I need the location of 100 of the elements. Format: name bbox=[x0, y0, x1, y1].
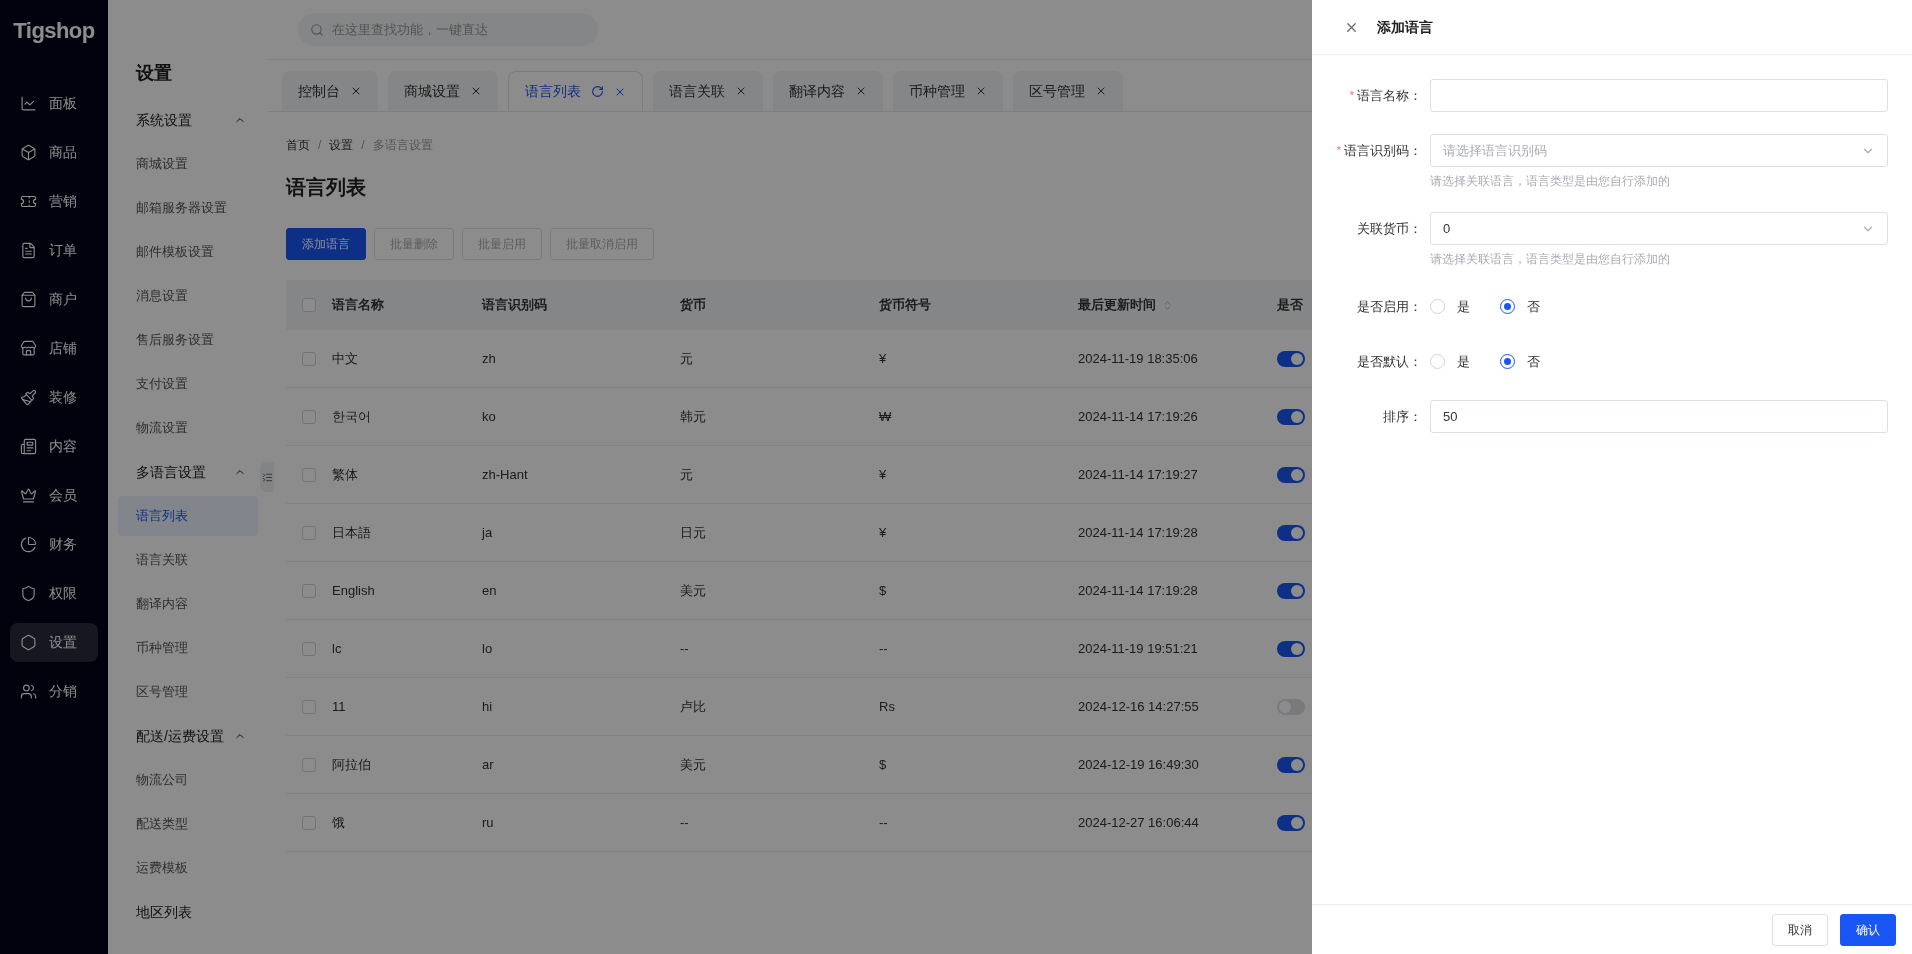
table-cell: 2024-11-14 17:19:28 bbox=[1078, 524, 1198, 540]
table-cell: $ bbox=[879, 582, 887, 598]
nav-item[interactable]: 商户 bbox=[10, 280, 98, 319]
submenu-group[interactable]: 配送/运费设置 bbox=[118, 714, 258, 758]
select-field[interactable]: 请选择语言识别码 bbox=[1430, 134, 1888, 167]
checkbox[interactable] bbox=[302, 351, 316, 366]
checkbox[interactable] bbox=[302, 699, 316, 714]
checkbox[interactable] bbox=[302, 525, 316, 540]
breadcrumb-separator: / bbox=[318, 137, 322, 154]
brush-icon bbox=[20, 389, 37, 406]
submenu-item[interactable]: 消息设置 bbox=[118, 276, 258, 316]
submenu-item[interactable]: 配送类型 bbox=[118, 804, 258, 844]
nav-item[interactable]: 权限 bbox=[10, 574, 98, 613]
table-cell: zh-Hant bbox=[482, 466, 528, 482]
breadcrumb-item[interactable]: 设置 bbox=[329, 136, 354, 154]
page-tab[interactable]: 区号管理 bbox=[1013, 71, 1123, 111]
people-icon bbox=[20, 683, 37, 700]
field-label: 排序： bbox=[1383, 407, 1422, 426]
nav-item[interactable]: 财务 bbox=[10, 525, 98, 564]
nav-item[interactable]: 装修 bbox=[10, 378, 98, 417]
submenu-item[interactable]: 支付设置 bbox=[118, 364, 258, 404]
box-icon bbox=[20, 144, 37, 161]
radio-option[interactable]: 否 bbox=[1500, 351, 1540, 372]
submenu-item[interactable]: 物流公司 bbox=[118, 760, 258, 800]
table-cell: lo bbox=[482, 640, 493, 656]
breadcrumb-item[interactable]: 首页 bbox=[286, 136, 310, 154]
column-header: 语言识别码 bbox=[482, 296, 547, 315]
submenu-group[interactable]: 系统设置 bbox=[118, 98, 258, 142]
select-field[interactable]: 0 bbox=[1430, 212, 1888, 245]
table-cell: -- bbox=[680, 814, 689, 830]
toggle-switch[interactable] bbox=[1277, 408, 1305, 425]
table-cell: 中文 bbox=[332, 350, 358, 366]
checkbox[interactable] bbox=[302, 583, 316, 598]
submenu-item[interactable]: 区号管理 bbox=[118, 672, 258, 712]
input-field[interactable] bbox=[1430, 79, 1888, 112]
footer-button[interactable]: 确认 bbox=[1840, 913, 1896, 946]
toggle-switch[interactable] bbox=[1277, 814, 1305, 831]
page-tab[interactable]: 翻译内容 bbox=[773, 71, 883, 111]
page-tab[interactable]: 语言列表 bbox=[508, 71, 643, 111]
submenu-item[interactable]: 邮箱服务器设置 bbox=[118, 188, 258, 228]
checkbox[interactable] bbox=[302, 815, 316, 830]
checkbox[interactable] bbox=[302, 757, 316, 772]
footer-button[interactable]: 取消 bbox=[1772, 913, 1828, 946]
radio-option[interactable]: 是 bbox=[1430, 296, 1470, 317]
toggle-switch[interactable] bbox=[1277, 350, 1305, 367]
page-tab[interactable]: 控制台 bbox=[282, 71, 378, 111]
nav-item[interactable]: 设置 bbox=[10, 623, 98, 662]
table-cell: 2024-12-19 16:49:30 bbox=[1078, 756, 1199, 772]
page-tab[interactable]: 商城设置 bbox=[388, 71, 498, 111]
page-tab[interactable]: 币种管理 bbox=[893, 71, 1003, 111]
nav-item[interactable]: 订单 bbox=[10, 231, 98, 270]
submenu-item[interactable]: 邮件模板设置 bbox=[118, 232, 258, 272]
submenu-item[interactable]: 运费模板 bbox=[118, 848, 258, 888]
sort-icon[interactable] bbox=[1162, 299, 1173, 311]
nav-item[interactable]: 店铺 bbox=[10, 329, 98, 368]
collapse-handle[interactable] bbox=[260, 462, 274, 492]
close-icon bbox=[735, 85, 747, 97]
nav-item[interactable]: 分销 bbox=[10, 672, 98, 711]
checkbox[interactable] bbox=[302, 641, 316, 656]
table-cell: 2024-11-14 17:19:26 bbox=[1078, 408, 1198, 424]
nav-item[interactable]: 会员 bbox=[10, 476, 98, 515]
table-cell: 2024-11-19 18:35:06 bbox=[1078, 350, 1198, 366]
submenu-item[interactable]: 商城设置 bbox=[118, 144, 258, 184]
shield-icon bbox=[20, 585, 37, 602]
submenu-item[interactable]: 售后服务设置 bbox=[118, 320, 258, 360]
checkbox[interactable] bbox=[302, 467, 316, 482]
toolbar-button[interactable]: 添加语言 bbox=[286, 228, 366, 260]
toggle-switch[interactable] bbox=[1277, 582, 1305, 599]
radio-option[interactable]: 否 bbox=[1500, 296, 1540, 317]
submenu-item[interactable]: 币种管理 bbox=[118, 628, 258, 668]
table-cell: 日本語 bbox=[332, 524, 371, 540]
nav-item[interactable]: 商品 bbox=[10, 133, 98, 172]
column-header: 货币 bbox=[680, 296, 706, 315]
submenu-group[interactable]: 地区列表 bbox=[118, 890, 258, 934]
toggle-switch[interactable] bbox=[1277, 640, 1305, 657]
input-field[interactable]: 50 bbox=[1430, 400, 1888, 433]
submenu-item[interactable]: 物流设置 bbox=[118, 408, 258, 448]
submenu-item[interactable]: 语言关联 bbox=[118, 540, 258, 580]
checkbox[interactable] bbox=[302, 298, 316, 312]
table-cell: 美元 bbox=[680, 582, 706, 598]
pie-chart-icon bbox=[20, 536, 37, 553]
submenu-item[interactable]: 语言列表 bbox=[118, 496, 258, 536]
submenu-item[interactable]: 翻译内容 bbox=[118, 584, 258, 624]
radio-option[interactable]: 是 bbox=[1430, 351, 1470, 372]
page-tab[interactable]: 语言关联 bbox=[653, 71, 763, 111]
close-icon bbox=[470, 85, 482, 97]
table-cell: 元 bbox=[680, 350, 693, 366]
toggle-switch[interactable] bbox=[1277, 524, 1305, 541]
nav-item[interactable]: 营销 bbox=[10, 182, 98, 221]
table-cell: 11 bbox=[332, 698, 346, 714]
toggle-switch[interactable] bbox=[1277, 756, 1305, 773]
checkbox[interactable] bbox=[302, 409, 316, 424]
toggle-switch[interactable] bbox=[1277, 466, 1305, 483]
required-mark: * bbox=[1349, 88, 1354, 104]
close-icon bbox=[350, 85, 362, 97]
nav-item[interactable]: 面板 bbox=[10, 84, 98, 123]
table-cell: 卢比 bbox=[680, 698, 706, 714]
nav-item[interactable]: 内容 bbox=[10, 427, 98, 466]
submenu-group[interactable]: 多语言设置 bbox=[118, 450, 258, 494]
column-header: 是否 bbox=[1277, 296, 1303, 315]
